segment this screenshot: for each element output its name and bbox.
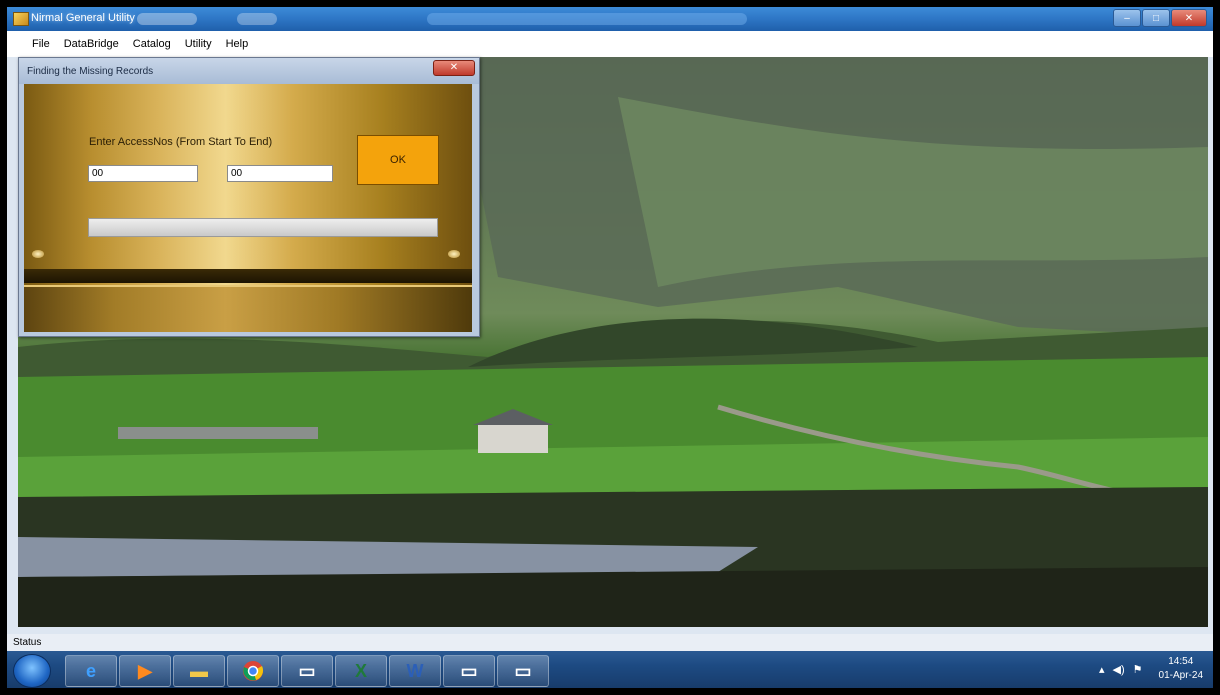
close-button[interactable]: ✕	[1171, 9, 1207, 27]
flag-icon[interactable]: ⚑	[1133, 663, 1143, 676]
menu-utility[interactable]: Utility	[178, 38, 219, 50]
access-range-label: Enter AccessNos (From Start To End)	[89, 136, 273, 148]
show-hidden-icons-icon[interactable]: ▴	[1099, 663, 1105, 676]
media-player-icon[interactable]: ▶	[119, 655, 171, 687]
dialog-title-bar[interactable]: Finding the Missing Records ✕	[19, 58, 479, 84]
window-icon[interactable]: ▭	[497, 655, 549, 687]
maximize-button[interactable]: □	[1142, 9, 1170, 27]
menu-catalog[interactable]: Catalog	[126, 38, 178, 50]
clock[interactable]: 14:54 01-Apr-24	[1159, 655, 1203, 683]
end-access-no-input[interactable]	[227, 165, 333, 182]
dialog-close-button[interactable]: ✕	[433, 60, 475, 76]
window-icon[interactable]: ▭	[443, 655, 495, 687]
internet-explorer-icon[interactable]: e	[65, 655, 117, 687]
start-orb-icon[interactable]	[13, 654, 51, 688]
system-tray: ▴ ◀) ⚑ 14:54 01-Apr-24	[1095, 654, 1203, 684]
clock-date: 01-Apr-24	[1158, 670, 1203, 681]
excel-icon[interactable]: X	[335, 655, 387, 687]
title-bar-glow	[137, 13, 197, 25]
ok-button[interactable]: OK	[357, 135, 439, 185]
window-icon[interactable]: ▭	[281, 655, 333, 687]
dialog-title: Finding the Missing Records	[27, 66, 154, 77]
menu-help[interactable]: Help	[219, 38, 256, 50]
rivet-icon	[448, 250, 460, 258]
menu-databridge[interactable]: DataBridge	[57, 38, 126, 50]
app-window: Nirmal General Utility – □ ✕ File DataBr…	[7, 7, 1213, 688]
start-access-no-input[interactable]	[88, 165, 198, 182]
chrome-icon[interactable]	[227, 655, 279, 687]
app-icon	[13, 12, 29, 26]
word-icon[interactable]: W	[389, 655, 441, 687]
status-bar: Status	[7, 634, 1213, 651]
taskbar: e ▶ ▬ ▭ X W ▭ ▭ ▴ ◀) ⚑ 14:54 01-Apr-24	[7, 651, 1213, 688]
dialog-body: Enter AccessNos (From Start To End) OK	[24, 84, 472, 332]
window-controls: – □ ✕	[1112, 9, 1207, 27]
rivet-icon	[32, 250, 44, 258]
missing-records-dialog: Finding the Missing Records ✕ Enter Acce…	[18, 57, 480, 337]
title-bar[interactable]: Nirmal General Utility – □ ✕	[7, 7, 1213, 31]
title-bar-glow	[427, 13, 747, 25]
clock-time: 14:54	[1168, 656, 1194, 667]
folder-icon[interactable]: ▬	[173, 655, 225, 687]
volume-icon[interactable]: ◀)	[1113, 663, 1125, 676]
menu-bar: File DataBridge Catalog Utility Help	[7, 31, 1213, 57]
minimize-button[interactable]: –	[1113, 9, 1141, 27]
menu-file[interactable]: File	[7, 38, 57, 50]
dialog-lower-panel	[24, 285, 472, 332]
progress-bar	[88, 218, 438, 237]
window-title: Nirmal General Utility	[31, 12, 135, 24]
dialog-divider	[24, 269, 472, 283]
title-bar-glow	[237, 13, 277, 25]
